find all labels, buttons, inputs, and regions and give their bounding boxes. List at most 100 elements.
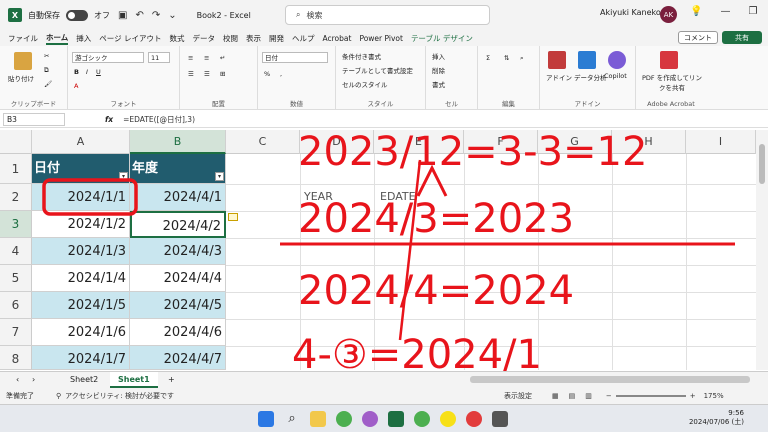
browser-icon[interactable] (414, 411, 430, 427)
comment-button[interactable]: コメント (678, 31, 718, 44)
autosave-toggle[interactable] (66, 9, 88, 21)
row-header-6[interactable]: 6 (0, 292, 32, 319)
tab-view[interactable]: 表示 (246, 33, 261, 44)
autosum-icon[interactable]: Σ (486, 54, 490, 62)
table-cell[interactable]: 2024/4/5 (130, 292, 226, 319)
column-header-d[interactable]: D (300, 130, 374, 154)
copilot-button[interactable]: Copilot (604, 72, 627, 80)
table-header-date[interactable]: 日付 ▾ (32, 154, 130, 184)
addin-button[interactable]: アドイン (546, 72, 572, 82)
column-header-e[interactable]: E (374, 130, 464, 154)
sheet-tab-sheet1[interactable]: Sheet1 (110, 372, 158, 388)
table-cell[interactable]: 2024/1/1 (32, 184, 130, 211)
data-analysis-icon[interactable] (578, 51, 596, 69)
create-pdf-button[interactable]: PDF を作成してリンクを共有 (640, 72, 704, 92)
accessibility-icon[interactable]: ⚲ (56, 392, 61, 400)
filter-dropdown-icon[interactable]: ▾ (119, 172, 128, 181)
normal-view-icon[interactable]: ▦ (552, 392, 559, 400)
active-cell[interactable]: 2024/4/2 (130, 211, 226, 238)
table-cell[interactable]: 2024/1/3 (32, 238, 130, 265)
align-left-icon[interactable]: ☰ (188, 70, 194, 78)
row-header-2[interactable]: 2 (0, 184, 32, 211)
minimize-icon[interactable]: — (720, 6, 730, 17)
tab-table-design[interactable]: テーブル デザイン (411, 33, 473, 44)
vertical-scrollbar[interactable] (756, 130, 768, 370)
autofill-options-icon[interactable] (228, 213, 238, 221)
tab-file[interactable]: ファイル (8, 33, 38, 44)
tab-insert[interactable]: 挿入 (76, 33, 91, 44)
row-header-4[interactable]: 4 (0, 238, 32, 265)
undo-icon[interactable]: ↶ (135, 10, 143, 21)
data-analysis-button[interactable]: データ分析 (574, 72, 607, 82)
cell-d2[interactable]: YEAR (304, 190, 333, 203)
column-header-i[interactable]: I (686, 130, 756, 154)
pdf-icon[interactable] (660, 51, 678, 69)
table-cell[interactable]: 2024/1/4 (32, 265, 130, 292)
excel-taskbar-icon[interactable] (388, 411, 404, 427)
column-header-c[interactable]: C (226, 130, 300, 154)
column-header-a[interactable]: A (32, 130, 130, 154)
sort-icon[interactable]: ⇅ (504, 54, 509, 62)
column-header-b[interactable]: B (130, 130, 226, 154)
app-icon[interactable] (466, 411, 482, 427)
paste-icon[interactable] (14, 52, 32, 70)
bold-icon[interactable]: B (74, 68, 79, 76)
format-cells-button[interactable]: 書式 (432, 79, 445, 89)
table-cell[interactable]: 2024/4/3 (130, 238, 226, 265)
column-header-h[interactable]: H (612, 130, 686, 154)
row-header-7[interactable]: 7 (0, 319, 32, 346)
tab-data[interactable]: データ (193, 33, 216, 44)
start-icon[interactable] (258, 411, 274, 427)
align-center-icon[interactable]: ☰ (204, 70, 210, 78)
table-cell[interactable]: 2024/4/1 (130, 184, 226, 211)
avatar[interactable]: AK (660, 6, 677, 23)
find-icon[interactable]: ⌕ (520, 54, 524, 63)
column-header-g[interactable]: G (538, 130, 612, 154)
page-layout-icon[interactable]: ▤ (569, 392, 576, 400)
sheet-tab-sheet2[interactable]: Sheet2 (62, 372, 106, 388)
insert-cells-button[interactable]: 挿入 (432, 51, 445, 61)
number-format-box[interactable]: 日付 (262, 52, 328, 63)
name-box[interactable]: B3 (3, 113, 65, 126)
horizontal-scrollbar[interactable] (470, 376, 750, 383)
wrap-text-icon[interactable]: ↵ (220, 54, 225, 62)
cell-styles-button[interactable]: セルのスタイル (342, 79, 388, 89)
tab-power-pivot[interactable]: Power Pivot (359, 34, 402, 43)
taskbar-clock[interactable]: 9:56 2024/07/06 (土) (689, 409, 744, 427)
table-cell[interactable]: 2024/4/4 (130, 265, 226, 292)
tab-review[interactable]: 校閲 (223, 33, 238, 44)
addin-icon[interactable] (548, 51, 566, 69)
select-all-corner[interactable] (0, 130, 32, 154)
filter-dropdown-icon[interactable]: ▾ (215, 172, 224, 181)
italic-icon[interactable]: I (86, 68, 88, 76)
copy-icon[interactable]: ⧉ (44, 66, 49, 75)
row-header-3[interactable]: 3 (0, 211, 32, 238)
row-header-8[interactable]: 8 (0, 346, 32, 370)
taskbar-search-icon[interactable]: ⌕ (284, 411, 300, 427)
file-explorer-icon[interactable] (310, 411, 326, 427)
format-painter-icon[interactable]: 🖌 (44, 80, 52, 88)
underline-icon[interactable]: U (96, 68, 101, 76)
accessibility-status[interactable]: アクセシビリティ: 検討が必要です (65, 391, 174, 401)
app-icon[interactable] (362, 411, 378, 427)
merge-icon[interactable]: ⊞ (220, 70, 225, 78)
comma-icon[interactable]: , (280, 70, 282, 78)
tab-home[interactable]: ホーム (46, 32, 69, 45)
format-as-table-button[interactable]: テーブルとして書式設定 (342, 65, 413, 75)
cell-e2[interactable]: EDATE (380, 190, 416, 203)
table-header-year[interactable]: 年度 ▾ (130, 154, 226, 184)
fx-icon[interactable]: fx (105, 115, 113, 124)
vertical-scroll-thumb[interactable] (759, 144, 765, 184)
customize-icon[interactable]: ⌄ (168, 10, 176, 21)
app-icon[interactable] (492, 411, 508, 427)
align-middle-icon[interactable]: ≡ (204, 54, 209, 62)
add-sheet-icon[interactable]: + (160, 372, 183, 388)
table-cell[interactable]: 2024/1/6 (32, 319, 130, 346)
sheet-nav-next-icon[interactable]: › (24, 372, 43, 388)
formula-input[interactable]: =EDATE([@日付],3) (123, 114, 195, 125)
table-cell[interactable]: 2024/4/6 (130, 319, 226, 346)
conditional-format-button[interactable]: 条件付き書式 (342, 51, 381, 61)
zoom-out-icon[interactable]: − (606, 392, 612, 400)
font-name-box[interactable]: 游ゴシック (72, 52, 144, 63)
delete-cells-button[interactable]: 削除 (432, 65, 445, 75)
